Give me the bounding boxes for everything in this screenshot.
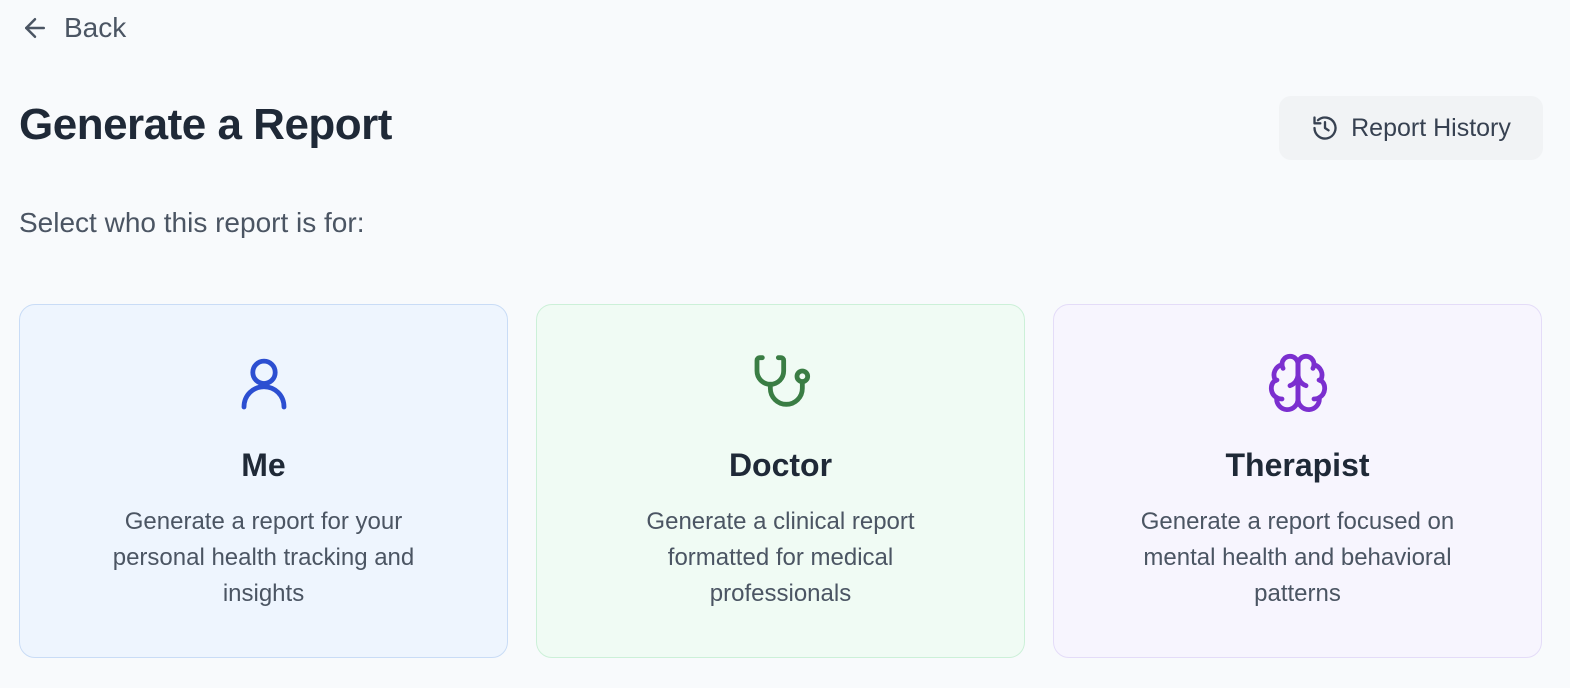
report-history-label: Report History — [1351, 113, 1511, 142]
option-title: Therapist — [1225, 447, 1370, 483]
brain-icon — [1266, 351, 1330, 415]
recipient-options: Me Generate a report for your personal h… — [19, 304, 1542, 658]
history-clock-icon — [1311, 114, 1339, 142]
back-link[interactable]: Back — [20, 12, 126, 44]
option-description: Generate a report focused on mental heal… — [1140, 508, 1455, 607]
option-title: Doctor — [728, 447, 833, 483]
stethoscope-icon — [749, 351, 813, 415]
option-card-me[interactable]: Me Generate a report for your personal h… — [19, 304, 508, 658]
option-card-doctor[interactable]: Doctor Generate a clinical report format… — [536, 304, 1025, 658]
back-label: Back — [64, 12, 127, 43]
arrow-left-icon — [20, 13, 50, 43]
option-card-therapist[interactable]: Therapist Generate a report focused on m… — [1053, 304, 1542, 658]
option-title: Me — [241, 447, 286, 483]
option-description: Generate a clinical report formatted for… — [646, 508, 915, 607]
recipient-prompt: Select who this report is for: — [19, 207, 365, 238]
page-title: Generate a Report — [19, 100, 392, 149]
option-description: Generate a report for your personal heal… — [112, 508, 415, 607]
report-history-button[interactable]: Report History — [1279, 96, 1543, 160]
user-icon — [232, 351, 296, 415]
